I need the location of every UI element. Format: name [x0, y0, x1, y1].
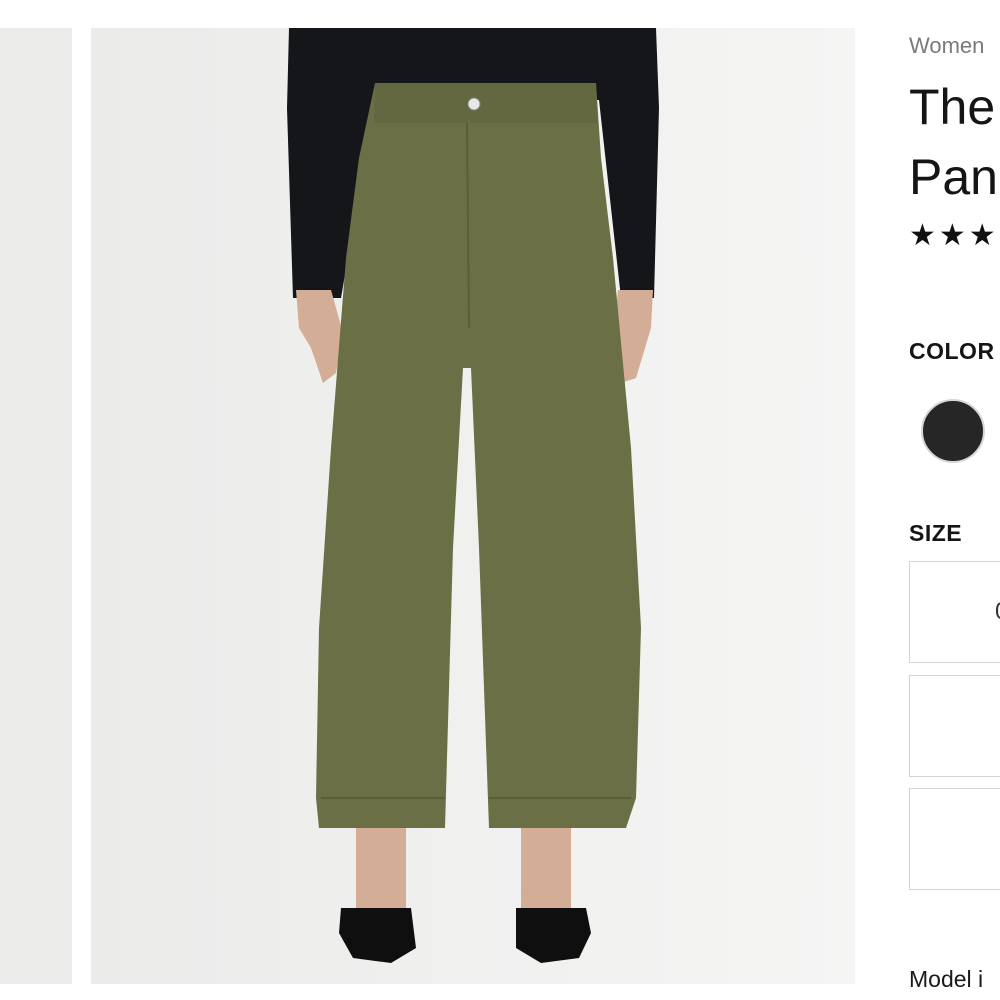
thumbnail-image-strip[interactable] [0, 28, 72, 984]
olive-pants [316, 83, 641, 828]
left-shoe [339, 908, 416, 963]
model-info-text: Model i [909, 966, 984, 992]
product-main-image[interactable] [91, 28, 855, 984]
right-ankle [521, 828, 571, 908]
size-option-label: 0 [995, 598, 1000, 626]
left-ankle [356, 828, 406, 908]
left-hand [296, 290, 343, 383]
product-title: The Pan [909, 72, 998, 212]
pants-waistband [374, 83, 597, 123]
color-swatch-black[interactable] [921, 399, 985, 463]
right-shoe [516, 908, 591, 963]
product-photo-illustration [287, 28, 659, 963]
breadcrumb-category[interactable]: Women [909, 33, 984, 59]
pants-button [467, 97, 481, 111]
color-label: COLOR [909, 338, 995, 364]
size-option[interactable] [909, 675, 1000, 777]
size-option[interactable]: 0 [909, 561, 1000, 663]
size-label: SIZE [909, 520, 963, 546]
product-title-line: Pan [909, 149, 998, 205]
product-title-line: The [909, 79, 996, 135]
size-option[interactable] [909, 788, 1000, 890]
rating-stars-icon[interactable]: ★★★ [909, 218, 999, 253]
